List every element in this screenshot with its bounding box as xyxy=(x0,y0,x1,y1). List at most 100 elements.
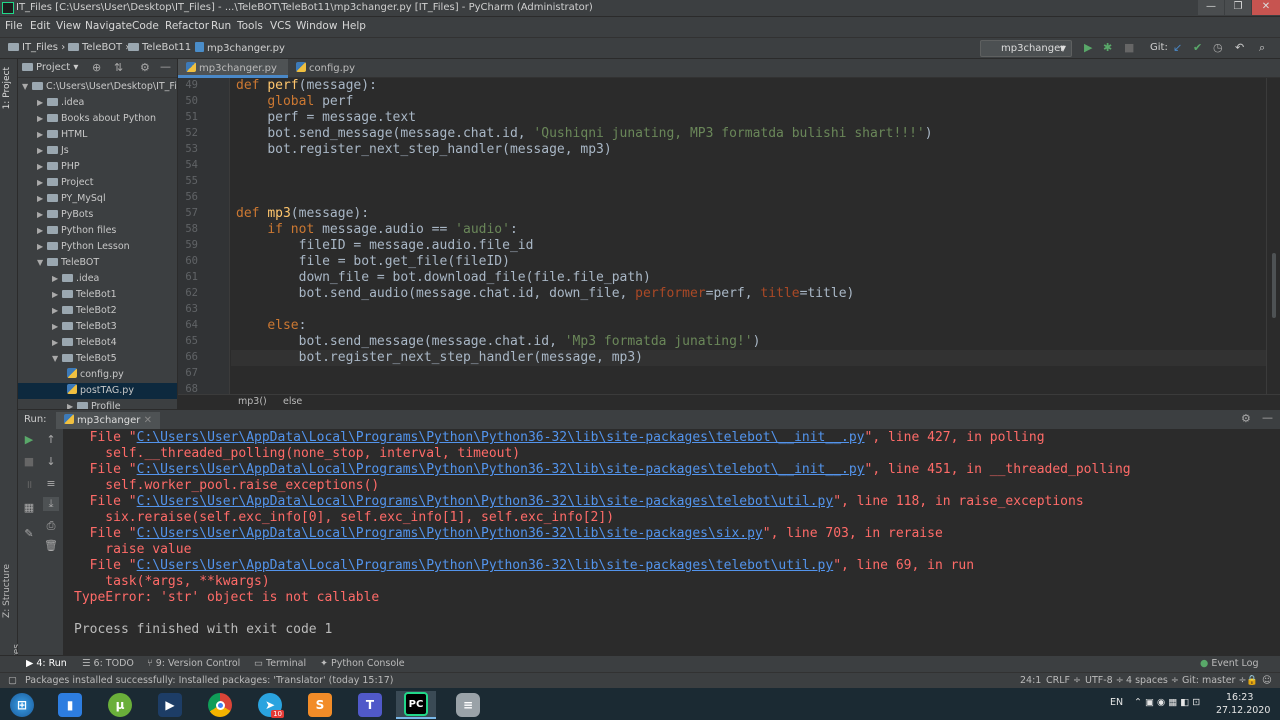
menu-window[interactable]: Window xyxy=(296,20,337,32)
chevron-right-icon[interactable]: ▶ xyxy=(37,143,47,159)
taskbar-telegram[interactable]: ➤ 10 xyxy=(250,691,290,719)
git-branch[interactable]: Git: master ÷ xyxy=(1182,675,1246,686)
tree-item[interactable]: ▶ Profile xyxy=(18,399,177,409)
menu-file[interactable]: File xyxy=(5,20,23,32)
start-button[interactable]: ⊞ xyxy=(2,691,42,719)
tab-todo[interactable]: ☰ 6: TODO xyxy=(82,658,134,669)
run-tab-mp3changer[interactable]: mp3changer ✕ xyxy=(56,412,160,429)
hide-icon[interactable]: — xyxy=(1262,411,1273,424)
tree-item[interactable]: ▶ TeleBot4 xyxy=(18,335,177,351)
breadcrumb-telebot11[interactable]: TeleBot11 › xyxy=(128,42,198,53)
print-icon[interactable]: ⎙ xyxy=(43,519,59,533)
chevron-right-icon[interactable]: ▶ xyxy=(37,95,47,111)
menu-view[interactable]: View xyxy=(56,20,81,32)
tab-project-vertical[interactable]: 1: Project xyxy=(2,67,12,109)
tree-item[interactable]: ▶ .idea xyxy=(18,95,177,111)
hide-icon[interactable]: — xyxy=(160,60,171,73)
chevron-down-icon[interactable]: ▼ xyxy=(52,351,62,367)
language-indicator[interactable]: EN xyxy=(1110,697,1123,708)
tree-item[interactable]: ▶ TeleBot3 xyxy=(18,319,177,335)
chevron-right-icon[interactable]: ▶ xyxy=(37,191,47,207)
menu-navigate[interactable]: Navigate xyxy=(85,20,132,32)
chevron-right-icon[interactable]: ▶ xyxy=(37,239,47,255)
taskbar-pycharm[interactable]: PC xyxy=(396,691,436,719)
pin-icon[interactable]: ✎ xyxy=(21,527,37,540)
tab-python-console[interactable]: ✦ Python Console xyxy=(320,658,405,669)
taskbar-utorrent[interactable]: µ xyxy=(100,691,140,719)
tab-run[interactable]: ▶ 4: Run xyxy=(26,658,67,669)
tree-item[interactable]: ▶ Python Lesson xyxy=(18,239,177,255)
chevron-right-icon[interactable]: ▶ xyxy=(67,399,77,409)
tab-structure-vertical[interactable]: Z: Structure xyxy=(2,564,12,618)
tab-mp3changer[interactable]: mp3changer.py ✕ xyxy=(178,59,288,93)
locate-icon[interactable]: ⊕ xyxy=(92,61,101,74)
menu-vcs[interactable]: VCS xyxy=(270,20,291,32)
chevron-right-icon[interactable]: ▶ xyxy=(37,207,47,223)
chevron-right-icon[interactable]: ▶ xyxy=(37,111,47,127)
maximize-button[interactable]: ❐ xyxy=(1225,0,1251,15)
menu-tools[interactable]: Tools xyxy=(237,20,263,32)
tree-item[interactable]: ▶ Project xyxy=(18,175,177,191)
chevron-down-icon[interactable]: ▼ xyxy=(37,255,47,271)
line-separator[interactable]: CRLF ÷ xyxy=(1046,675,1081,686)
menu-help[interactable]: Help xyxy=(342,20,366,32)
taskbar-teams[interactable]: T xyxy=(350,691,390,719)
clock-time[interactable]: 16:23 xyxy=(1226,692,1253,703)
down-arrow-icon[interactable]: ↓ xyxy=(43,455,59,468)
tree-item[interactable]: ▶ Python files xyxy=(18,223,177,239)
breadcrumb-else[interactable]: else xyxy=(283,396,302,407)
file-encoding[interactable]: UTF-8 ÷ xyxy=(1085,675,1124,686)
layout-icon[interactable]: ▦ xyxy=(21,501,37,514)
run-configuration-select[interactable]: mp3changer ▼ xyxy=(980,40,1072,57)
chevron-right-icon[interactable]: ▶ xyxy=(52,271,62,287)
status-message[interactable]: Packages installed successfully: Install… xyxy=(25,675,393,686)
close-button[interactable]: ✕ xyxy=(1252,0,1280,15)
clock-date[interactable]: 27.12.2020 xyxy=(1216,705,1270,716)
git-history-icon[interactable]: ◷ xyxy=(1213,42,1223,54)
taskbar-chrome[interactable] xyxy=(200,691,240,719)
search-icon[interactable]: ⌕ xyxy=(1259,42,1265,54)
code-editor[interactable]: def perf(message): global perf perf = me… xyxy=(231,78,1266,394)
chevron-right-icon[interactable]: ▶ xyxy=(52,319,62,335)
tab-version-control[interactable]: ⑂ 9: Version Control xyxy=(147,658,240,669)
breadcrumb-file[interactable]: mp3changer.py xyxy=(195,42,285,54)
git-commit-icon[interactable]: ✔ xyxy=(1193,42,1202,54)
indent-setting[interactable]: 4 spaces ÷ xyxy=(1126,675,1179,686)
menu-run[interactable]: Run xyxy=(211,20,231,32)
debug-icon[interactable]: ✱ xyxy=(1103,42,1112,54)
tab-event-log[interactable]: ● Event Log xyxy=(1200,658,1259,669)
breadcrumb-it-files[interactable]: IT_Files › xyxy=(8,42,65,53)
tree-item[interactable]: ▶ Js xyxy=(18,143,177,159)
tree-item[interactable]: ▶ PY_MySql xyxy=(18,191,177,207)
rerun-icon[interactable]: ▶ xyxy=(21,433,37,446)
tree-item[interactable]: ▶ PyBots xyxy=(18,207,177,223)
console-file-link[interactable]: C:\Users\User\AppData\Local\Programs\Pyt… xyxy=(137,558,834,573)
cursor-position[interactable]: 24:1 xyxy=(1020,675,1041,686)
tree-item[interactable]: ▶ TeleBot2 xyxy=(18,303,177,319)
tree-item[interactable]: ▶ Books about Python xyxy=(18,111,177,127)
tree-item[interactable]: ▼ TeleBot5 xyxy=(18,351,177,367)
breadcrumb-telebot[interactable]: TeleBOT › xyxy=(68,42,129,53)
chevron-right-icon[interactable]: ▶ xyxy=(37,175,47,191)
chevron-right-icon[interactable]: ▶ xyxy=(37,159,47,175)
tree-item[interactable]: ▶ TeleBot1 xyxy=(18,287,177,303)
chevron-right-icon[interactable]: ▶ xyxy=(52,335,62,351)
console-file-link[interactable]: C:\Users\User\AppData\Local\Programs\Pyt… xyxy=(137,430,865,445)
tray-icons[interactable]: ⌃ ▣ ◉ ▦ ◧ ⊡ xyxy=(1134,697,1200,708)
minimize-button[interactable]: — xyxy=(1198,0,1224,15)
scroll-to-end-icon[interactable]: ⤓ xyxy=(43,497,59,511)
taskbar-sublime[interactable]: S xyxy=(300,691,340,719)
revert-icon[interactable]: ↶ xyxy=(1235,42,1244,54)
run-icon[interactable]: ▶ xyxy=(1084,42,1092,54)
menu-refactor[interactable]: Refactor xyxy=(165,20,209,32)
soft-wrap-icon[interactable]: ≡ xyxy=(43,477,59,490)
tree-item[interactable]: postTAG.py xyxy=(18,383,177,399)
inspector-icon[interactable]: ☺ xyxy=(1262,675,1272,686)
up-arrow-icon[interactable]: ↑ xyxy=(43,433,59,446)
tree-item[interactable]: config.py xyxy=(18,367,177,383)
stop-icon[interactable]: ■ xyxy=(1124,42,1134,54)
gear-icon[interactable]: ⚙ xyxy=(1241,412,1251,425)
scrollbar-thumb[interactable] xyxy=(1272,253,1276,318)
chevron-right-icon[interactable]: ▶ xyxy=(37,127,47,143)
menu-code[interactable]: Code xyxy=(132,20,159,32)
